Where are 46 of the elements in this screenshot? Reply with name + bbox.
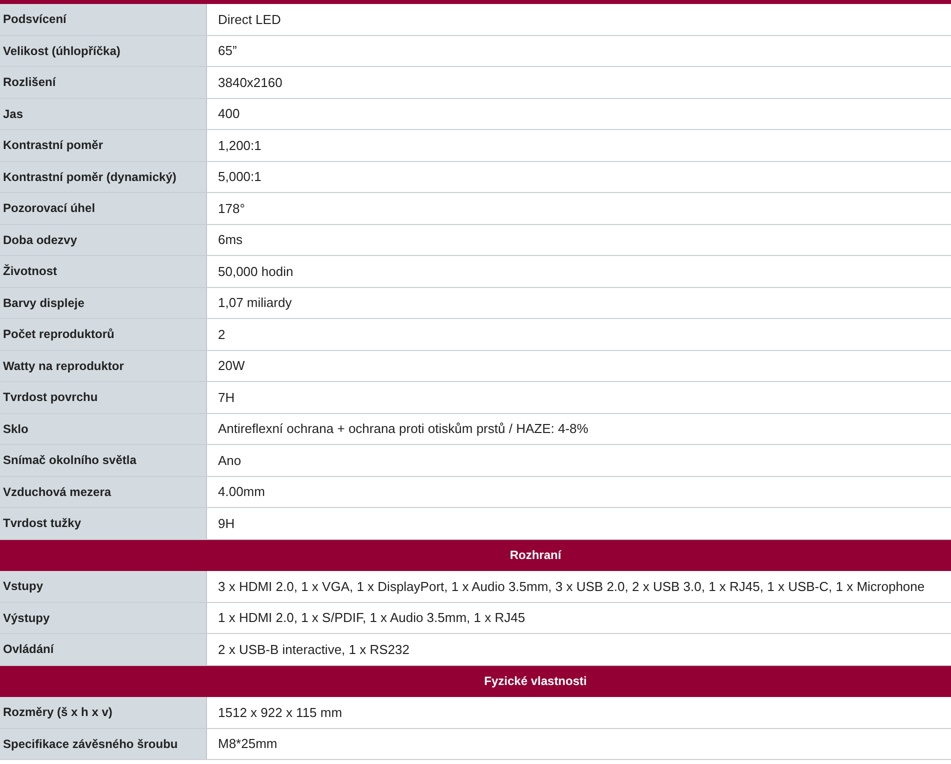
- spec-value: Ano: [217, 452, 242, 470]
- spec-value: 6ms: [217, 231, 244, 250]
- spec-label: Tvrdost tužky: [0, 508, 207, 538]
- spec-label: Watty na reproduktor: [0, 350, 207, 381]
- spec-label: Snímač okolního světla: [0, 445, 207, 476]
- spec-value: 1 x HDMI 2.0, 1 x S/PDIF, 1 x Audio 3.5mm, 1 x RJ45: [217, 609, 526, 628]
- spec-value: 178°: [217, 200, 246, 218]
- spec-label: Velikost (úhlopříčka): [0, 36, 207, 66]
- spec-label: Ovládání: [0, 634, 207, 664]
- spec-value: 4.00mm: [217, 483, 266, 502]
- spec-label: Tvrdost povrchu: [0, 382, 207, 412]
- spec-value: 2 x USB-B interactive, 1 x RS232: [217, 640, 410, 659]
- spec-label: Sklo: [0, 414, 207, 444]
- spec-label: Vstupy: [0, 571, 207, 602]
- spec-label: Pozorovací úhel: [0, 193, 207, 224]
- spec-label: Podsvícení: [0, 4, 207, 34]
- spec-value: Direct LED: [217, 10, 282, 29]
- section-header: Fyzické vlastnosti: [0, 666, 951, 697]
- spec-label: Vzduchová mezera: [0, 476, 207, 507]
- spec-label: Jas: [0, 98, 207, 129]
- spec-value: 9H: [217, 514, 236, 533]
- spec-label: Výstupy: [0, 602, 207, 633]
- spec-value: 1,07 miliardy: [217, 294, 293, 312]
- spec-label: Rozměry (š x h x v): [0, 697, 207, 728]
- spec-label: Životnost: [0, 256, 207, 286]
- spec-label: Rozlišení: [0, 67, 207, 98]
- spec-value: 1,200:1: [217, 136, 262, 155]
- spec-label: Specifikace závěsného šroubu: [0, 728, 207, 759]
- spec-value: 20W: [217, 357, 246, 376]
- spec-value: M8*25mm: [217, 735, 278, 754]
- spec-value: 2: [217, 326, 226, 344]
- spec-value: 50,000 hodin: [217, 262, 294, 281]
- spec-label: Doba odezvy: [0, 224, 207, 255]
- spec-value: 3 x HDMI 2.0, 1 x VGA, 1 x DisplayPort, 1 x Audio 3.5mm, 3 x USB 2.0, 2 x USB 3.0, 1 x RJ45, 1 x USB-C, 1 x Microphone: [217, 578, 926, 596]
- spec-value: 1512 x 922 x 115 mm: [217, 704, 344, 722]
- section-header: Rozhraní: [0, 540, 951, 571]
- spec-value: 3840x2160: [217, 74, 284, 92]
- spec-label: Barvy displeje: [0, 288, 207, 318]
- spec-value: Antireflexní ochrana + ochrana proti otiskům prstů / HAZE: 4-8%: [217, 420, 590, 438]
- spec-label: Kontrastní poměr (dynamický): [0, 162, 207, 192]
- spec-label: Kontrastní poměr: [0, 130, 207, 160]
- spec-value: 5,000:1: [217, 168, 262, 186]
- spec-label: Počet reproduktorů: [0, 319, 207, 350]
- spec-value: 65”: [217, 42, 238, 60]
- spec-value: 7H: [217, 388, 236, 407]
- spec-value: 400: [217, 105, 241, 124]
